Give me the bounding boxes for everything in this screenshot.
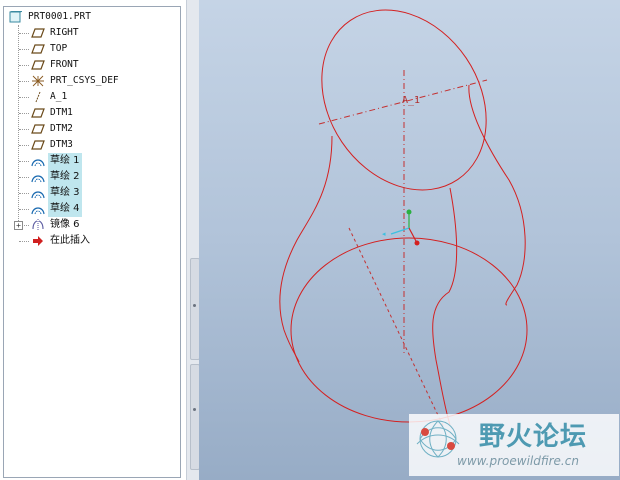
- inner-curve[interactable]: [432, 187, 458, 426]
- tree-item[interactable]: 草绘 1: [4, 153, 180, 169]
- model-canvas: A_1 ◂: [279, 9, 528, 431]
- tree-item[interactable]: PRT_CSYS_DEF: [4, 73, 180, 89]
- tree-item[interactable]: A_1: [4, 89, 180, 105]
- mirror-icon: [31, 219, 45, 231]
- right-guide-curve[interactable]: [468, 84, 526, 306]
- tree-item[interactable]: DTM3: [4, 137, 180, 153]
- tree-item-label: 草绘 3: [48, 185, 82, 201]
- tree-root-item[interactable]: PRT0001.PRT: [4, 9, 180, 25]
- tree-item-label: DTM3: [50, 139, 73, 150]
- insert-here-arrow-icon: [31, 235, 45, 247]
- graphics-viewport[interactable]: A_1 ◂ 野火论坛 www.proewildfire.cn: [199, 0, 620, 480]
- tree-item-label: A_1: [50, 91, 68, 102]
- left-guide-curve[interactable]: [279, 135, 333, 363]
- tree-item-label: FRONT: [50, 59, 79, 70]
- splitter-grip: [193, 408, 196, 411]
- tree-item[interactable]: 草绘 3: [4, 185, 180, 201]
- tree-item-label: DTM2: [50, 123, 73, 134]
- sketch-icon: [31, 171, 45, 183]
- tree-item-label: 在此插入: [50, 235, 90, 246]
- tree-item-label: 镜像 6: [50, 219, 80, 230]
- tree-item[interactable]: 草绘 2: [4, 169, 180, 185]
- datum-plane-icon: [31, 139, 45, 151]
- watermark-url: www.proewildfire.cn: [457, 454, 579, 468]
- expand-toggle-icon[interactable]: +: [14, 221, 23, 230]
- tree-item-label: 草绘 2: [48, 169, 82, 185]
- tree-item-label: PRT_CSYS_DEF: [50, 75, 119, 86]
- sketch-icon: [31, 203, 45, 215]
- tree-item[interactable]: + 镜像 6: [4, 217, 180, 233]
- model-tree: PRT0001.PRT RIGHT TOP FRONT PRT_CSYS_DEF A_1 D…: [3, 6, 181, 478]
- tree-item-label: TOP: [50, 43, 68, 54]
- datum-plane-icon: [31, 43, 45, 55]
- lower-section-curve[interactable]: [290, 237, 528, 423]
- tree-item[interactable]: DTM2: [4, 121, 180, 137]
- sketch-icon: [31, 155, 45, 167]
- svg-text:◂: ◂: [382, 230, 386, 238]
- tree-item-label: 草绘 4: [48, 201, 82, 217]
- datum-plane-icon: [31, 107, 45, 119]
- tree-item[interactable]: RIGHT: [4, 25, 180, 41]
- splitter-grip: [193, 304, 196, 307]
- datum-plane-icon: [31, 59, 45, 71]
- tree-item-label: PRT0001.PRT: [28, 11, 91, 22]
- datum-line-diagonal[interactable]: [348, 227, 446, 431]
- watermark-title: 野火论坛: [479, 422, 588, 452]
- tree-item-label: RIGHT: [50, 27, 79, 38]
- tree-item[interactable]: 草绘 4: [4, 201, 180, 217]
- tree-item-label: DTM1: [50, 107, 73, 118]
- tree-item-label: 草绘 1: [48, 153, 82, 169]
- datum-plane-icon: [31, 27, 45, 39]
- tree-item[interactable]: DTM1: [4, 105, 180, 121]
- sketch-icon: [31, 187, 45, 199]
- watermark: 野火论坛 www.proewildfire.cn: [409, 414, 619, 476]
- axis-label: A_1: [402, 95, 420, 106]
- panel-splitter[interactable]: [186, 0, 200, 480]
- csys-triad: ◂: [382, 209, 420, 246]
- datum-plane-icon: [31, 123, 45, 135]
- coordinate-system-icon: [31, 75, 45, 87]
- tree-item[interactable]: 在此插入: [4, 233, 180, 249]
- datum-axis-icon: [31, 91, 45, 103]
- tree-item[interactable]: FRONT: [4, 57, 180, 73]
- part-icon: [8, 10, 24, 23]
- model-tree-panel: PRT0001.PRT RIGHT TOP FRONT PRT_CSYS_DEF A_1 D…: [0, 0, 186, 480]
- tree-item[interactable]: TOP: [4, 41, 180, 57]
